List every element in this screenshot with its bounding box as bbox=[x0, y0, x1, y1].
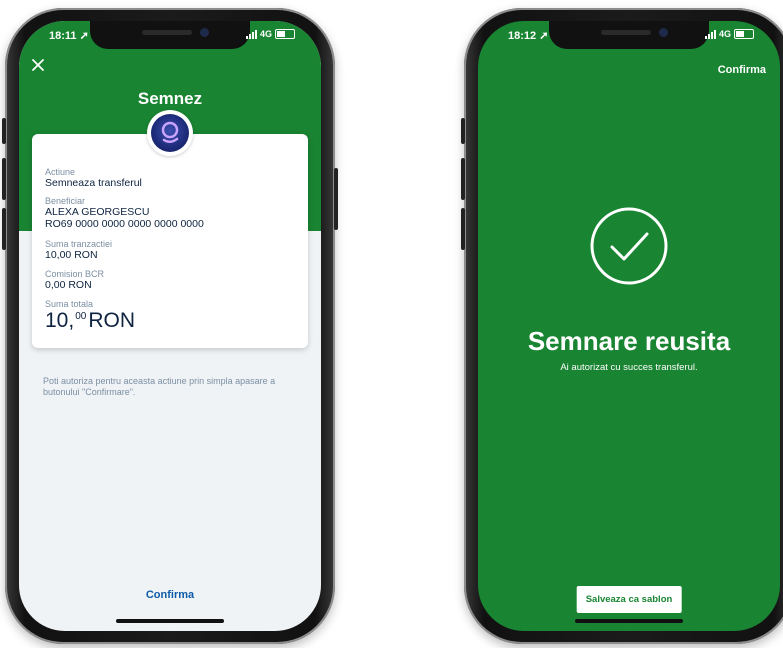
assistant-avatar-icon bbox=[147, 110, 193, 156]
side-button bbox=[2, 158, 6, 200]
beneficiary-iban: RO69 0000 0000 0000 0000 0000 bbox=[45, 218, 204, 230]
side-button bbox=[461, 158, 465, 200]
side-button bbox=[2, 118, 6, 144]
transaction-card: Actiune Semneaza transferul Beneficiar A… bbox=[32, 110, 308, 348]
amount-label: Suma tranzactiei bbox=[45, 239, 113, 249]
action-label: Actiune bbox=[45, 167, 76, 177]
total-field: Suma totala 10,00RON bbox=[45, 299, 135, 337]
total-value: 10,00RON bbox=[45, 309, 135, 332]
success-screen: 18:12 ➚ 4G Confirma Semnare reusita Ai a… bbox=[478, 21, 780, 631]
save-template-button[interactable]: Salveaza ca sablon bbox=[576, 586, 682, 613]
location-arrow-icon: ➚ bbox=[79, 30, 89, 42]
location-arrow-icon: ➚ bbox=[539, 30, 549, 42]
battery-icon bbox=[734, 29, 754, 39]
home-indicator[interactable] bbox=[116, 619, 224, 623]
beneficiary-field: Beneficiar ALEXA GEORGESCU RO69 0000 000… bbox=[45, 196, 204, 230]
signal-icon bbox=[245, 29, 257, 39]
status-time: 18:12 ➚ bbox=[508, 30, 549, 42]
confirm-button[interactable]: Confirma bbox=[19, 589, 321, 601]
phone-frame-right: 18:12 ➚ 4G Confirma Semnare reusita Ai a… bbox=[461, 8, 783, 644]
beneficiary-name: ALEXA GEORGESCU bbox=[45, 206, 150, 218]
top-confirm-button[interactable]: Confirma bbox=[718, 64, 766, 76]
side-button bbox=[2, 208, 6, 250]
fee-field: Comision BCR 0,00 RON bbox=[45, 269, 104, 291]
amount-value: 10,00 RON bbox=[45, 249, 98, 261]
checkmark-circle-icon bbox=[589, 206, 669, 291]
side-button bbox=[461, 208, 465, 250]
fee-label: Comision BCR bbox=[45, 269, 105, 279]
signal-icon bbox=[704, 29, 716, 39]
phone-frame-left: 18:11 ➚ 4G Semnez Actiune Semneaza trans… bbox=[2, 8, 338, 644]
success-subtitle: Ai autorizat cu succes transferul. bbox=[560, 362, 698, 373]
side-button bbox=[461, 118, 465, 144]
info-text: Poti autoriza pentru aceasta actiune pri… bbox=[43, 376, 276, 397]
side-button bbox=[334, 168, 338, 230]
beneficiary-label: Beneficiar bbox=[45, 196, 86, 206]
amount-field: Suma tranzactiei 10,00 RON bbox=[45, 239, 112, 261]
status-time: 18:11 ➚ bbox=[49, 30, 89, 42]
action-field: Actiune Semneaza transferul bbox=[45, 167, 142, 189]
status-bar: 18:11 ➚ 4G bbox=[19, 29, 321, 45]
close-icon[interactable] bbox=[31, 57, 49, 75]
action-value: Semneaza transferul bbox=[45, 177, 142, 189]
fee-value: 0,00 RON bbox=[45, 279, 92, 291]
total-label: Suma totala bbox=[45, 299, 94, 309]
success-title: Semnare reusita bbox=[527, 326, 731, 356]
battery-icon bbox=[275, 29, 295, 39]
status-bar: 18:12 ➚ 4G bbox=[478, 29, 780, 45]
home-indicator[interactable] bbox=[575, 619, 683, 623]
network-type: 4G bbox=[718, 29, 731, 39]
network-type: 4G bbox=[259, 29, 272, 39]
sign-screen: 18:11 ➚ 4G Semnez Actiune Semneaza trans… bbox=[19, 21, 321, 631]
page-title: Semnez bbox=[137, 89, 203, 108]
